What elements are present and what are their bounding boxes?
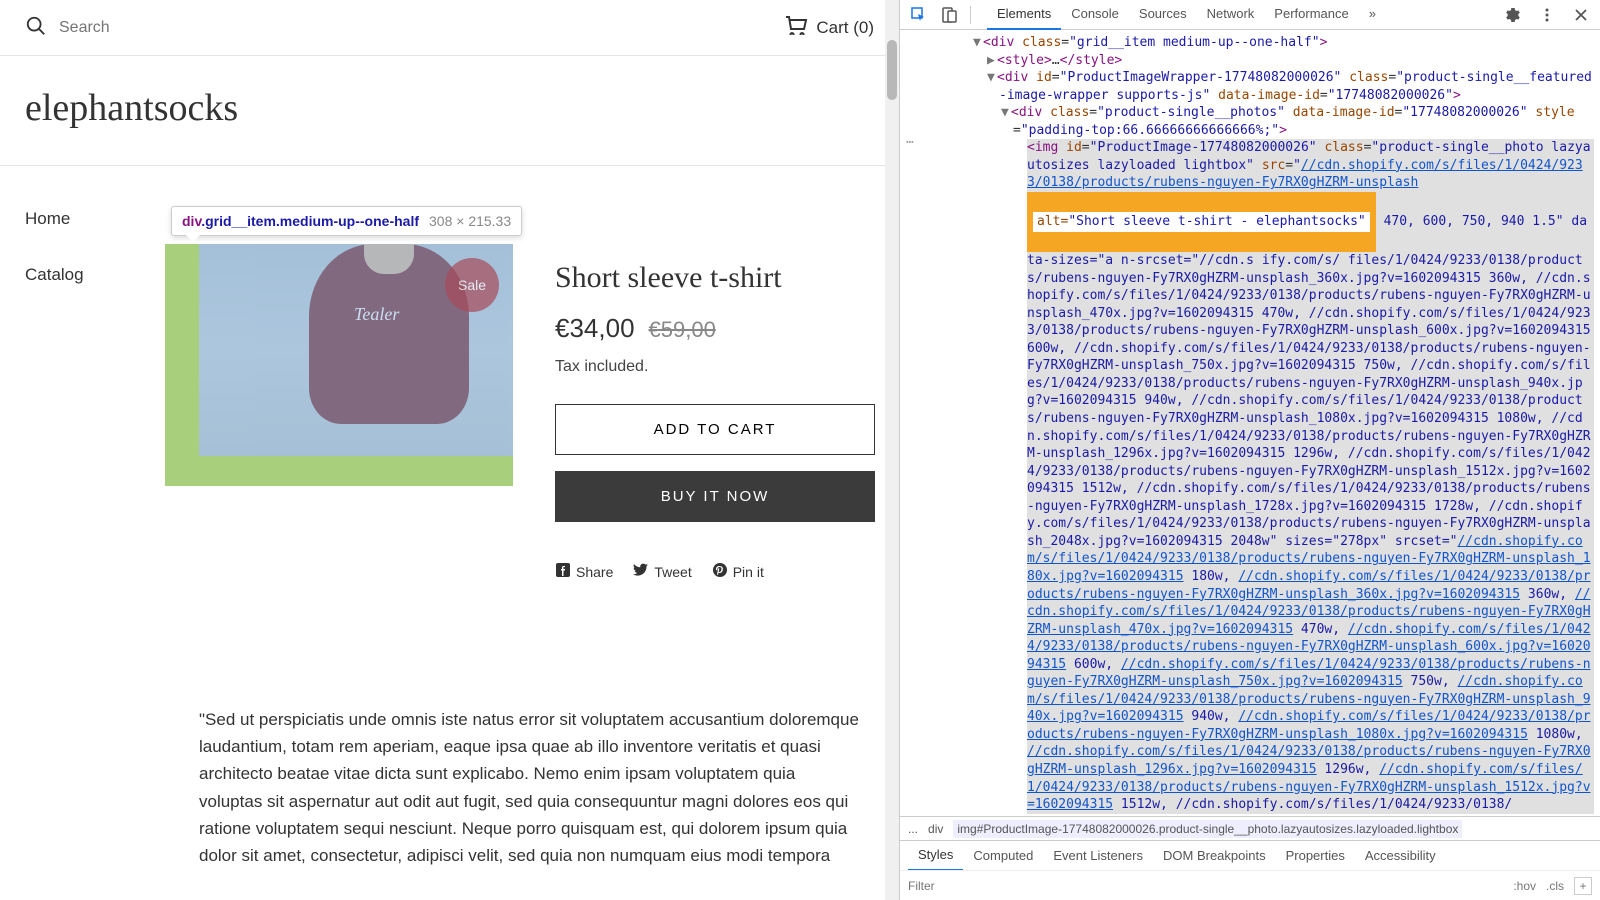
- website-pane: Cart (0) elephantsocks Home Catalog div.…: [0, 0, 900, 900]
- elements-tree[interactable]: ⋯ ▼<div class="grid__item medium-up--one…: [900, 30, 1600, 816]
- cart-link[interactable]: Cart (0): [784, 15, 874, 40]
- styles-tabs: Styles Computed Event Listeners DOM Brea…: [900, 840, 1600, 870]
- device-toolbar-button[interactable]: [936, 2, 962, 28]
- alt-attr: alt=: [1037, 214, 1068, 229]
- product-title: Short sleeve t-shirt: [555, 261, 875, 295]
- styles-filter-row: :hov .cls +: [900, 870, 1600, 900]
- devtools-toolbar: Elements Console Sources Network Perform…: [900, 0, 1600, 30]
- search-wrap: [25, 15, 239, 40]
- close-devtools-icon[interactable]: [1568, 2, 1594, 28]
- topbar: Cart (0): [0, 0, 899, 56]
- tree-ellipsis-icon[interactable]: ⋯: [906, 134, 914, 152]
- dom-srcset-links: //cdn.shopify.com/s/files/1/0424/9233/01…: [1027, 534, 1591, 812]
- stab-listeners[interactable]: Event Listeners: [1043, 841, 1153, 870]
- tooltip-tag: div: [182, 213, 201, 229]
- product-image-wrapper[interactable]: Tealer Sale: [199, 244, 513, 456]
- price-original: €59,00: [649, 317, 716, 343]
- add-to-cart-button[interactable]: ADD TO CART: [555, 404, 875, 455]
- facebook-icon: [555, 562, 571, 581]
- pinterest-icon: [712, 562, 728, 581]
- brand-title[interactable]: elephantsocks: [0, 56, 899, 165]
- tax-note: Tax included.: [555, 358, 875, 376]
- dom-node[interactable]: ▼<div class="product-single__photos" dat…: [1013, 104, 1594, 139]
- product-info: Short sleeve t-shirt €34,00 €59,00 Tax i…: [555, 261, 875, 581]
- tooltip-class: .grid__item.medium-up--one-half: [201, 213, 419, 229]
- sale-badge: Sale: [445, 258, 499, 312]
- crumb-ellipsis[interactable]: ...: [908, 822, 918, 836]
- tab-sources[interactable]: Sources: [1129, 0, 1197, 30]
- search-icon[interactable]: [25, 15, 47, 40]
- search-input[interactable]: [59, 19, 239, 37]
- stab-computed[interactable]: Computed: [963, 841, 1043, 870]
- dom-node-selected[interactable]: <img id="ProductImage-17748082000026" cl…: [1027, 139, 1594, 813]
- alt-highlight-block: alt="Short sleeve t-shirt - elephantsock…: [1027, 192, 1376, 252]
- tab-elements[interactable]: Elements: [987, 0, 1061, 30]
- hov-toggle[interactable]: :hov: [1513, 879, 1536, 893]
- add-rule-button[interactable]: +: [1574, 877, 1592, 895]
- nav-home[interactable]: Home: [25, 191, 165, 247]
- share-pinterest[interactable]: Pin it: [712, 562, 764, 581]
- stab-accessibility[interactable]: Accessibility: [1355, 841, 1446, 870]
- product-description: "Sed ut perspiciatis unde omnis iste nat…: [199, 706, 859, 869]
- buy-now-button[interactable]: BUY IT NOW: [555, 471, 875, 522]
- settings-icon[interactable]: [1500, 2, 1526, 28]
- scrollbar-thumb[interactable]: [887, 40, 897, 100]
- tab-more[interactable]: »: [1359, 0, 1386, 30]
- nav-catalog[interactable]: Catalog: [25, 247, 165, 303]
- stab-styles[interactable]: Styles: [908, 840, 963, 871]
- social-row: Share Tweet Pin it: [555, 562, 875, 581]
- tab-network[interactable]: Network: [1197, 0, 1265, 30]
- tweet-label: Tweet: [654, 564, 691, 580]
- cart-label: Cart (0): [816, 18, 874, 38]
- scrollbar-track[interactable]: [885, 0, 899, 900]
- stab-dom-bp[interactable]: DOM Breakpoints: [1153, 841, 1276, 870]
- twitter-icon: [633, 562, 649, 581]
- share-twitter[interactable]: Tweet: [633, 562, 691, 581]
- tooltip-dims: 308 × 215.33: [429, 213, 511, 229]
- devtools-tabs: Elements Console Sources Network Perform…: [987, 0, 1496, 30]
- styles-filter-input[interactable]: [908, 879, 1513, 893]
- share-facebook[interactable]: Share: [555, 562, 613, 581]
- dom-node[interactable]: ▼<div class="grid__item medium-up--one-h…: [985, 34, 1594, 52]
- sidebar-nav: Home Catalog: [25, 166, 165, 303]
- dom-node[interactable]: ▼<div id="ProductImageWrapper-1774808200…: [999, 69, 1594, 104]
- devtools-pane: Elements Console Sources Network Perform…: [900, 0, 1600, 900]
- tab-performance[interactable]: Performance: [1264, 0, 1358, 30]
- cls-toggle[interactable]: .cls: [1546, 879, 1564, 893]
- price-sale: €34,00: [555, 313, 635, 344]
- inspector-tooltip: div.grid__item.medium-up--one-half 308 ×…: [171, 206, 522, 236]
- content-area: div.grid__item.medium-up--one-half 308 ×…: [165, 166, 874, 303]
- crumb-img[interactable]: img#ProductImage-17748082000026.product-…: [953, 820, 1462, 838]
- crumb-div[interactable]: div: [928, 822, 943, 836]
- breadcrumb-bar: ... div img#ProductImage-17748082000026.…: [900, 816, 1600, 840]
- photo-logo-text: Tealer: [354, 304, 399, 325]
- dom-node[interactable]: ▶<style>…</style>: [999, 52, 1594, 70]
- stab-properties[interactable]: Properties: [1276, 841, 1355, 870]
- main-row: Home Catalog div.grid__item.medium-up--o…: [0, 165, 899, 303]
- tab-console[interactable]: Console: [1061, 0, 1129, 30]
- pin-label: Pin it: [733, 564, 764, 580]
- dom-long-srcset: files/1/0424/9233/0138/products/rubens-n…: [1027, 253, 1591, 549]
- inspect-element-button[interactable]: [906, 2, 932, 28]
- share-label: Share: [576, 564, 613, 580]
- alt-value: "Short sleeve t-shirt - elephantsocks": [1068, 214, 1365, 229]
- price-row: €34,00 €59,00: [555, 313, 875, 344]
- kebab-menu-icon[interactable]: [1534, 2, 1560, 28]
- cart-icon: [784, 15, 808, 40]
